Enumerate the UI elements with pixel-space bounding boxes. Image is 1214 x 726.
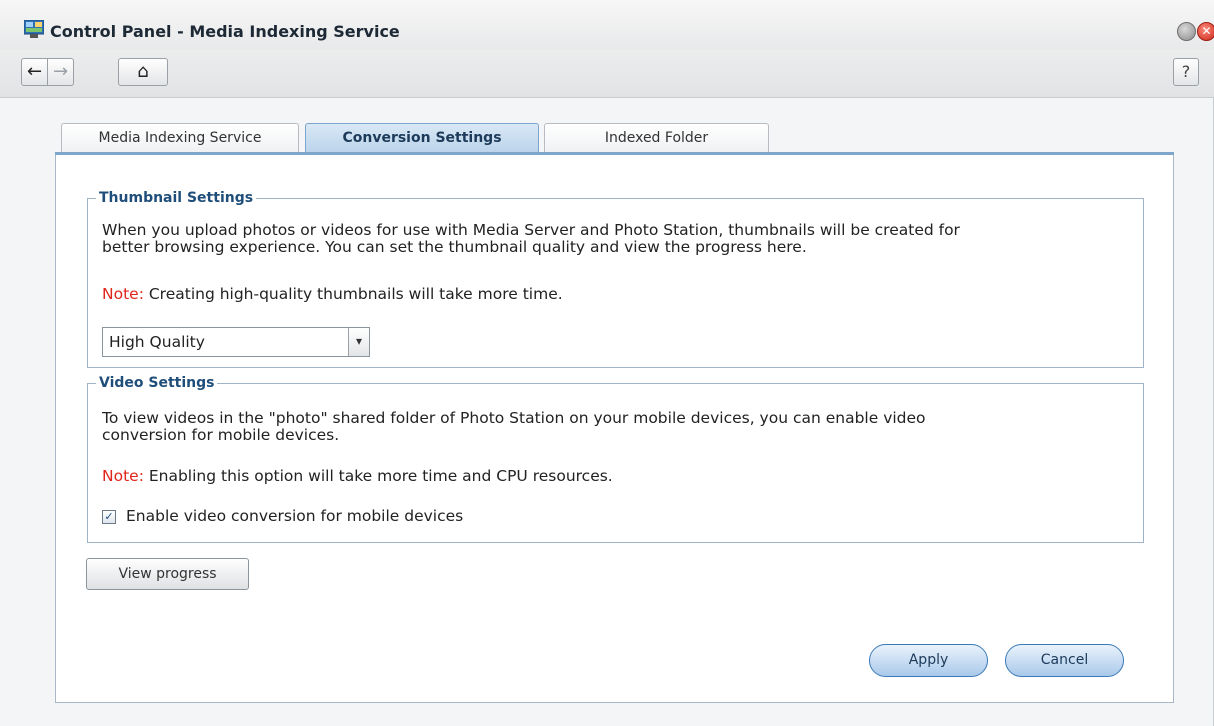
thumbnail-settings-legend: Thumbnail Settings: [96, 190, 257, 206]
thumbnail-quality-value: High Quality: [109, 333, 205, 351]
window-title: Control Panel - Media Indexing Service: [50, 22, 400, 41]
tab-conversion-settings[interactable]: Conversion Settings: [305, 123, 539, 154]
thumbnail-note-text: Creating high-quality thumbnails will ta…: [143, 285, 563, 303]
video-note-text: Enabling this option will take more time…: [143, 467, 613, 485]
tab-media-indexing-service[interactable]: Media Indexing Service: [61, 123, 299, 154]
home-button[interactable]: ⌂: [118, 58, 168, 86]
control-panel-window: Control Panel - Media Indexing Service ✕…: [0, 0, 1214, 726]
checkmark-icon: ✓: [104, 510, 114, 523]
thumbnail-description-line2: better browsing experience. You can set …: [102, 238, 807, 256]
tab-indexed-folder[interactable]: Indexed Folder: [544, 123, 769, 154]
video-settings-legend: Video Settings: [96, 375, 218, 391]
back-button[interactable]: ←: [21, 58, 48, 86]
enable-video-conversion-label[interactable]: Enable video conversion for mobile devic…: [126, 507, 463, 526]
arrow-right-icon: →: [52, 61, 69, 82]
title-bar: Control Panel - Media Indexing Service ✕: [0, 0, 1214, 50]
video-note: Note: Enabling this option will take mor…: [102, 467, 613, 486]
help-button[interactable]: ?: [1173, 58, 1199, 86]
arrow-left-icon: ←: [26, 61, 43, 82]
thumbnail-note: Note: Creating high-quality thumbnails w…: [102, 285, 563, 304]
tab-bar: Media Indexing Service Conversion Settin…: [55, 123, 1174, 154]
close-button[interactable]: ✕: [1197, 22, 1214, 41]
content-area: Media Indexing Service Conversion Settin…: [55, 98, 1174, 703]
chevron-down-icon[interactable]: ▾: [348, 328, 369, 356]
video-note-label: Note:: [102, 467, 144, 485]
home-icon: ⌂: [137, 61, 149, 82]
thumbnail-settings-group: Thumbnail Settings When you upload photo…: [87, 190, 1144, 368]
control-panel-icon: [24, 20, 44, 38]
cancel-button[interactable]: Cancel: [1005, 644, 1124, 677]
forward-button[interactable]: →: [48, 58, 74, 86]
thumbnail-quality-select[interactable]: High Quality ▾: [102, 327, 370, 357]
apply-button[interactable]: Apply: [869, 644, 988, 677]
video-settings-group: Video Settings To view videos in the "ph…: [87, 375, 1144, 543]
conversion-settings-panel: Thumbnail Settings When you upload photo…: [55, 155, 1174, 703]
video-description-line2: conversion for mobile devices.: [102, 426, 340, 444]
help-icon: ?: [1181, 62, 1191, 81]
view-progress-button[interactable]: View progress: [86, 558, 249, 590]
minimize-button[interactable]: [1177, 22, 1196, 41]
enable-video-conversion-checkbox[interactable]: ✓: [102, 510, 116, 524]
thumbnail-note-label: Note:: [102, 285, 144, 303]
toolbar: ← → ⌂ ?: [0, 50, 1214, 98]
